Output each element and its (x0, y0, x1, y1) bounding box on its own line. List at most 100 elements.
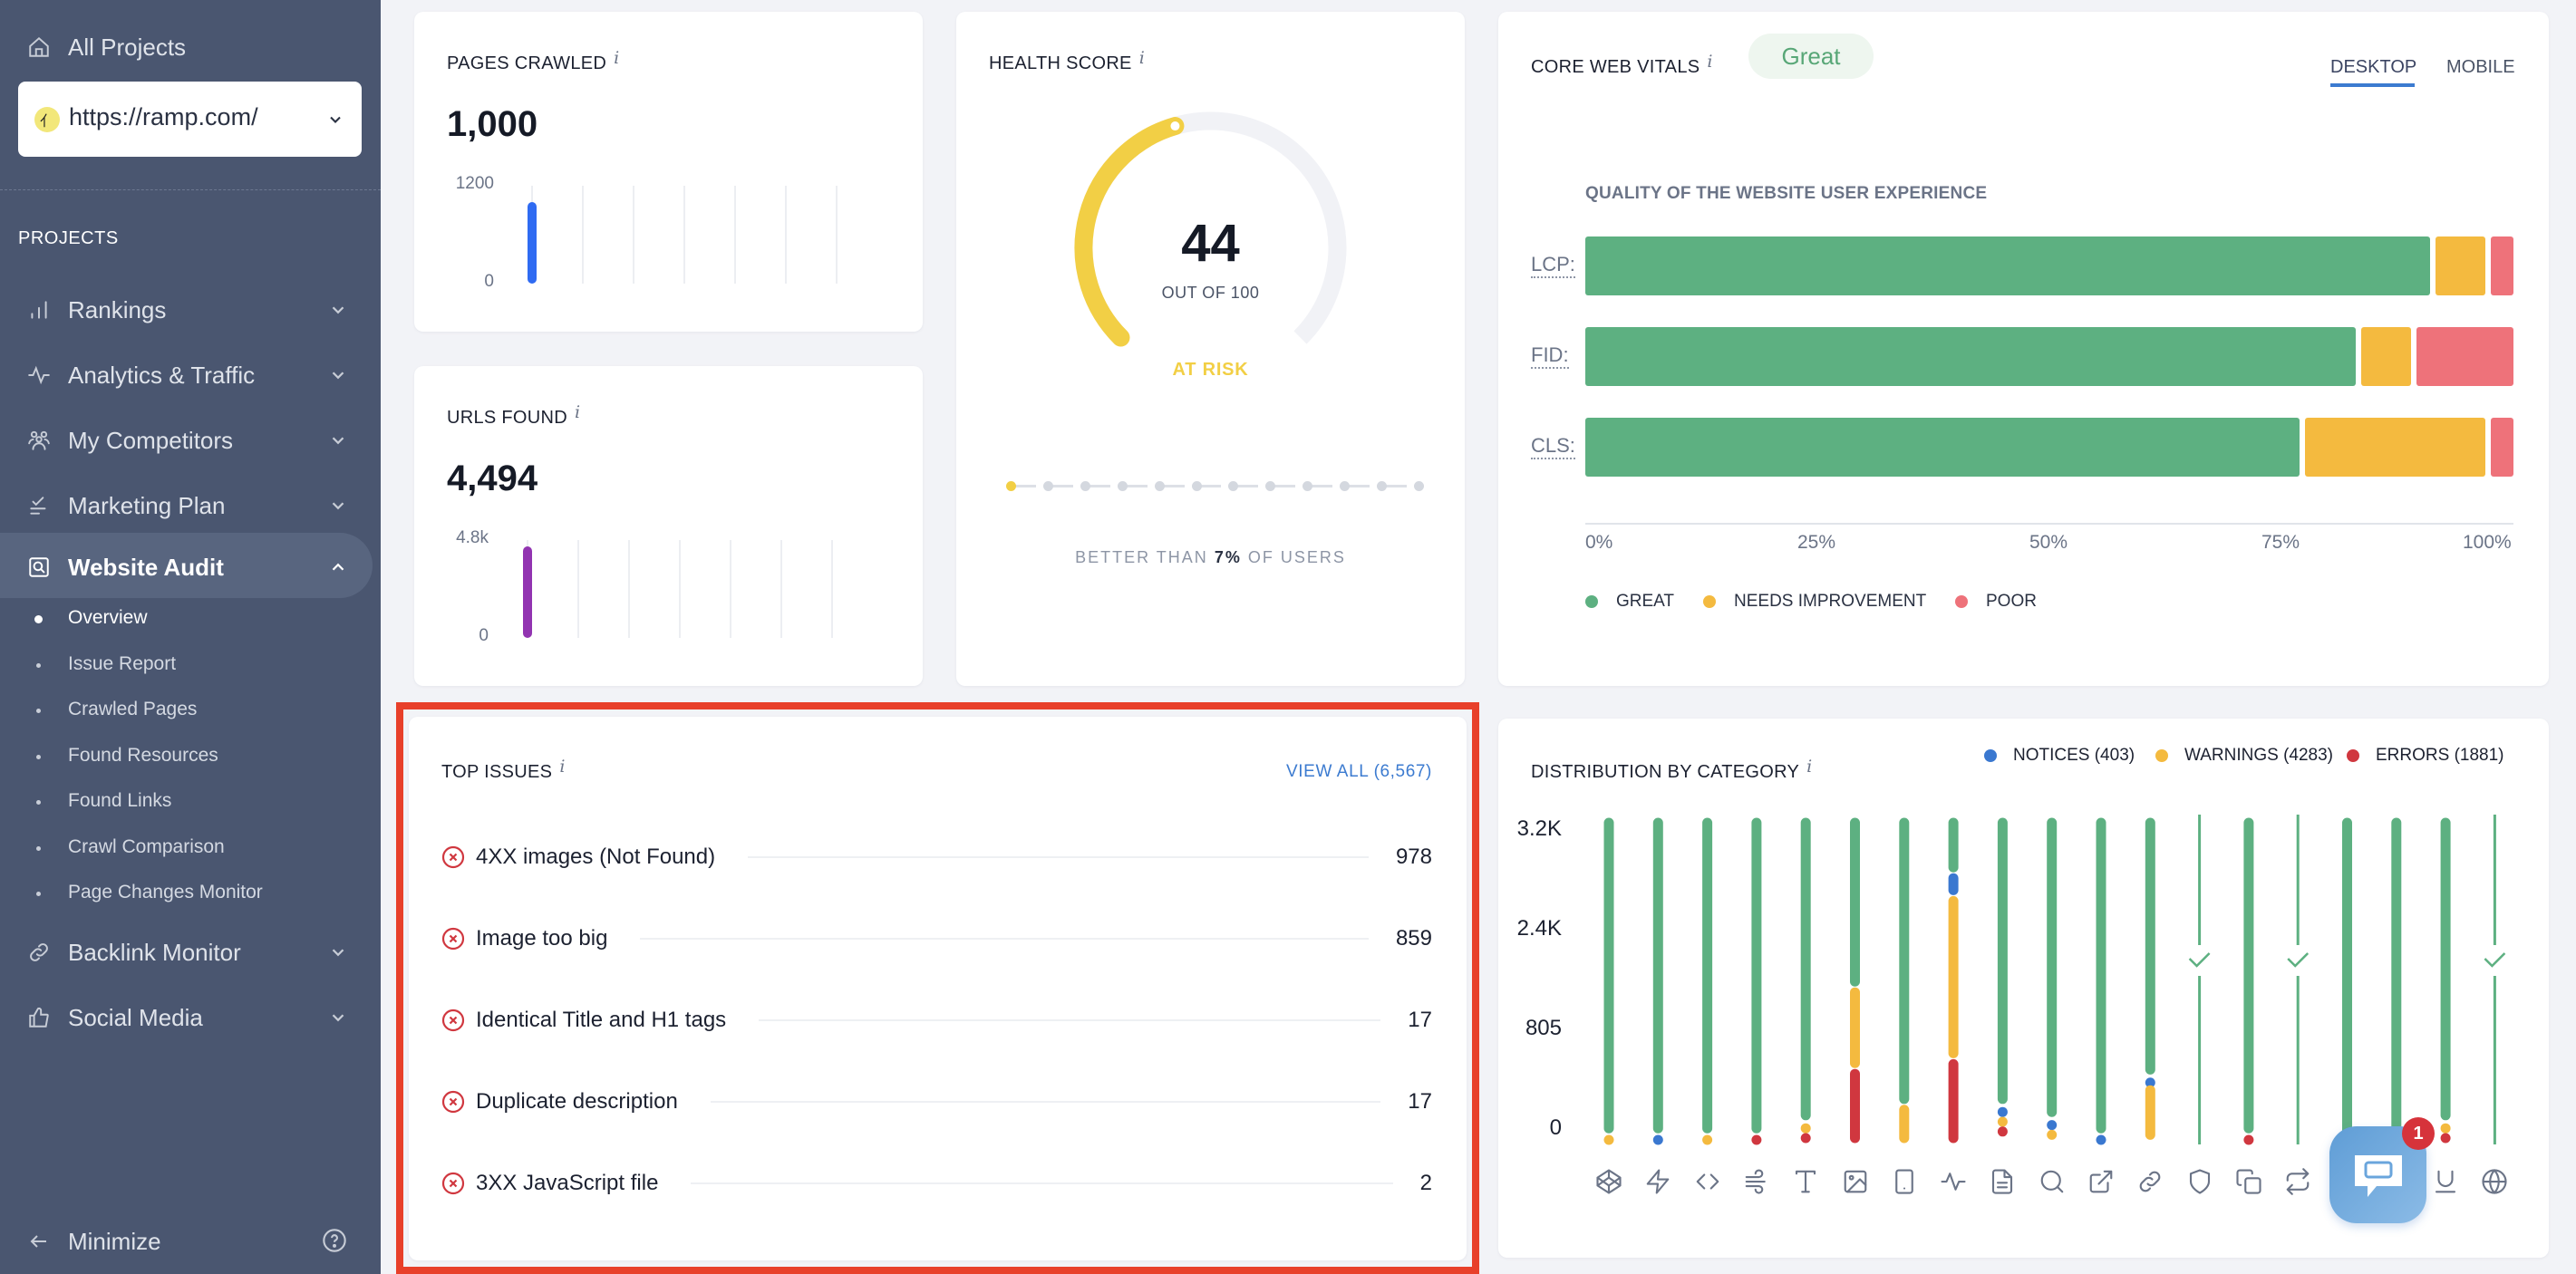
all-projects-link[interactable]: All Projects (0, 29, 363, 65)
cwv-segment-poor[interactable] (2491, 236, 2513, 295)
category-column[interactable] (2145, 817, 2155, 1140)
bar-chart-icon (25, 296, 53, 323)
sidebar-item-backlink-monitor[interactable]: Backlink Monitor (0, 934, 363, 970)
code-icon[interactable] (1694, 1168, 1721, 1195)
grid-line (577, 540, 579, 638)
cwv-metric-label[interactable]: CLS: (1531, 434, 1575, 459)
repeat-icon[interactable] (2284, 1168, 2311, 1195)
help-icon[interactable] (322, 1228, 347, 1253)
sidebar-item-rankings[interactable]: Rankings (0, 292, 363, 328)
grid-line (836, 186, 838, 284)
sidebar-subitem-found-links[interactable]: Found Links (0, 785, 363, 821)
chat-notification-badge: 1 (2402, 1117, 2435, 1150)
minimize-button[interactable]: Minimize (0, 1223, 363, 1260)
segment-warning (1997, 1116, 2008, 1127)
external-link-icon[interactable] (2087, 1168, 2115, 1195)
mobile-icon[interactable] (1891, 1168, 1918, 1195)
minimize-label: Minimize (68, 1228, 161, 1255)
better-prefix: BETTER THAN (1075, 548, 1208, 566)
legend-item[interactable]: NOTICES (403) (1984, 746, 2135, 766)
document-icon[interactable] (1989, 1168, 2016, 1195)
category-column[interactable] (2287, 815, 2310, 1144)
step-dot (1080, 481, 1090, 491)
sidebar-item-my-competitors[interactable]: My Competitors (0, 422, 363, 458)
category-column[interactable] (2440, 817, 2451, 1144)
category-column[interactable] (1603, 817, 1614, 1145)
sidebar-subitem-label: Crawled Pages (68, 699, 198, 719)
sidebar-subitem-label: Found Resources (68, 744, 218, 766)
sidebar-subitem-crawled-pages[interactable]: Crawled Pages (0, 693, 363, 729)
category-column[interactable] (2243, 817, 2254, 1145)
text-icon[interactable] (1792, 1168, 1819, 1195)
info-icon[interactable]: i (1707, 52, 1712, 72)
cwv-segment-needs-improvement[interactable] (2360, 327, 2412, 386)
category-column[interactable] (1997, 817, 2008, 1137)
x-tick-label: 75% (2261, 532, 2300, 553)
segment-error (1800, 1133, 1811, 1144)
bullet-icon (36, 892, 41, 896)
sidebar-subitem-page-changes-monitor[interactable]: Page Changes Monitor (0, 876, 363, 912)
category-column[interactable] (2188, 815, 2211, 1144)
legend-item: POOR (1955, 592, 2037, 612)
wind-icon[interactable] (1743, 1168, 1770, 1195)
search-icon[interactable] (2039, 1168, 2066, 1195)
check-icon (2484, 952, 2506, 968)
cwv-segment-poor[interactable] (2416, 327, 2513, 386)
grid-line (628, 540, 630, 638)
globe-icon[interactable] (2481, 1168, 2508, 1195)
home-icon (25, 34, 53, 61)
tab-desktop[interactable]: DESKTOP (2330, 57, 2416, 78)
cwv-metric-label[interactable]: FID: (1531, 343, 1569, 369)
pulse-icon[interactable] (1940, 1168, 1967, 1195)
step-connector (1013, 485, 1036, 487)
category-column[interactable] (2096, 817, 2106, 1145)
grid-line (730, 540, 731, 638)
sidebar-item-website-audit[interactable]: Website Audit (0, 549, 363, 585)
shield-icon[interactable] (2186, 1168, 2213, 1195)
category-column[interactable] (1800, 817, 1811, 1144)
image-icon[interactable] (1842, 1168, 1869, 1195)
health-score-card: HEALTH SCORE i 44 OUT OF 100 AT RISK BETT… (956, 12, 1465, 686)
sidebar-subitem-issue-report[interactable]: Issue Report (0, 648, 363, 684)
cwv-segment-great[interactable] (1585, 236, 2430, 295)
sidebar-item-marketing-plan[interactable]: Marketing Plan (0, 487, 363, 524)
sidebar-item-label: Backlink Monitor (68, 939, 241, 966)
cwv-segment-great[interactable] (1585, 418, 2300, 477)
legend-item: NEEDS IMPROVEMENT (1703, 592, 1926, 612)
sidebar-item-social-media[interactable]: Social Media (0, 999, 363, 1036)
cwv-segment-needs-improvement[interactable] (2305, 418, 2486, 477)
tab-mobile[interactable]: MOBILE (2446, 57, 2515, 78)
category-column[interactable] (2484, 815, 2506, 1144)
sidebar-item-analytics-traffic[interactable]: Analytics & Traffic (0, 357, 363, 393)
info-icon[interactable]: i (1139, 48, 1145, 68)
info-icon[interactable]: i (575, 402, 580, 422)
step-dot (1228, 481, 1239, 491)
category-column[interactable] (1702, 817, 1713, 1145)
segment-warning (1702, 1134, 1713, 1145)
link-icon[interactable] (2136, 1168, 2164, 1195)
legend-item: GREAT (1585, 592, 1674, 612)
sidebar-subitem-found-resources[interactable]: Found Resources (0, 739, 363, 776)
bolt-icon[interactable] (1644, 1168, 1671, 1195)
legend-item[interactable]: WARNINGS (4283) (2155, 746, 2333, 766)
codepen-icon[interactable] (1595, 1168, 1622, 1195)
cwv-axis-line (1585, 523, 2513, 525)
cwv-metric-label[interactable]: LCP: (1531, 253, 1575, 278)
segment-warning (1800, 1123, 1811, 1134)
sidebar-subitem-crawl-comparison[interactable]: Crawl Comparison (0, 831, 363, 867)
legend-item[interactable]: ERRORS (1881) (2347, 746, 2504, 766)
sidebar-subitem-overview[interactable]: Overview (0, 602, 363, 638)
cwv-title-text: CORE WEB VITALS (1531, 57, 1700, 77)
step-connector (1347, 485, 1370, 487)
cwv-segment-great[interactable] (1585, 327, 2356, 386)
category-column[interactable] (2047, 817, 2058, 1140)
segment-notice (2047, 1120, 2058, 1131)
cwv-segment-poor[interactable] (2491, 418, 2513, 477)
underline-icon[interactable] (2432, 1168, 2459, 1195)
category-column[interactable] (1751, 817, 1762, 1145)
cwv-segment-needs-improvement[interactable] (2435, 236, 2486, 295)
project-selector[interactable]: ⺅ https://ramp.com/ (18, 82, 362, 157)
category-column[interactable] (1652, 817, 1663, 1145)
info-icon[interactable]: i (614, 48, 619, 68)
copy-icon[interactable] (2235, 1168, 2262, 1195)
